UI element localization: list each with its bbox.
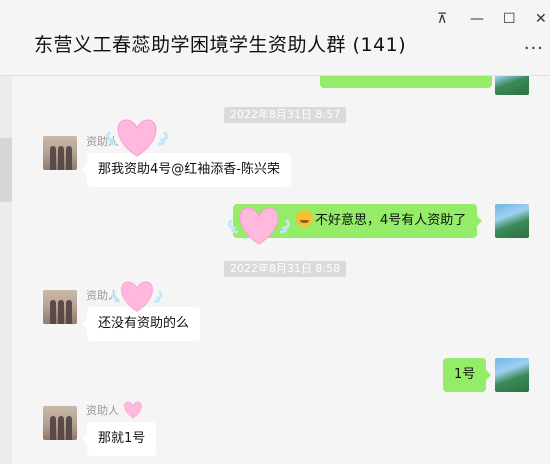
self-avatar[interactable] <box>495 76 529 95</box>
previous-message-bubble[interactable] <box>320 76 492 88</box>
message-bubble[interactable]: 那我资助4号@红袖添香-陈兴荣 <box>82 153 291 187</box>
left-scroll-thumb[interactable] <box>0 138 12 202</box>
message-bubble[interactable]: 还没有资助的么 <box>81 307 201 341</box>
grin-emoji-icon <box>296 210 313 227</box>
left-scroll-track <box>0 76 12 464</box>
chat-title: 东营义工春蕊助学困境学生资助人群 (141) <box>34 34 407 56</box>
close-icon[interactable]: ✕ <box>535 12 547 26</box>
sender-avatar[interactable] <box>43 136 77 170</box>
pin-icon[interactable]: ⊼ <box>437 12 447 26</box>
message-bubble[interactable]: 那就1号 <box>81 422 157 456</box>
sender-avatar[interactable] <box>43 406 77 440</box>
self-avatar[interactable] <box>495 358 529 392</box>
minimize-icon[interactable]: — <box>470 12 484 26</box>
maximize-icon[interactable]: ☐ <box>503 12 516 26</box>
timestamp: 2022年8月31日 8:58 <box>224 261 347 277</box>
sender-avatar[interactable] <box>43 290 77 324</box>
heart-sticker-icon <box>124 401 142 419</box>
self-avatar[interactable] <box>495 204 529 238</box>
message-list[interactable]: 2022年8月31日 8:57 资助人 那我资助4号@红袖添香-陈兴荣 不好意思… <box>12 76 550 464</box>
sender-name[interactable]: 资助人 <box>86 287 119 303</box>
title-bar: 东营义工春蕊助学困境学生资助人群 (141) ⊼ — ☐ ✕ ··· <box>0 0 550 76</box>
timestamp: 2022年8月31日 8:57 <box>224 107 347 123</box>
message-bubble[interactable]: 1号 <box>443 358 492 392</box>
sender-name[interactable]: 资助人 <box>86 133 119 149</box>
message-text: 不好意思，4号有人资助了 <box>315 213 467 228</box>
message-bubble[interactable]: 不好意思，4号有人资助了 <box>233 204 483 238</box>
more-options-icon[interactable]: ··· <box>524 38 544 59</box>
sender-name[interactable]: 资助人 <box>86 402 119 418</box>
